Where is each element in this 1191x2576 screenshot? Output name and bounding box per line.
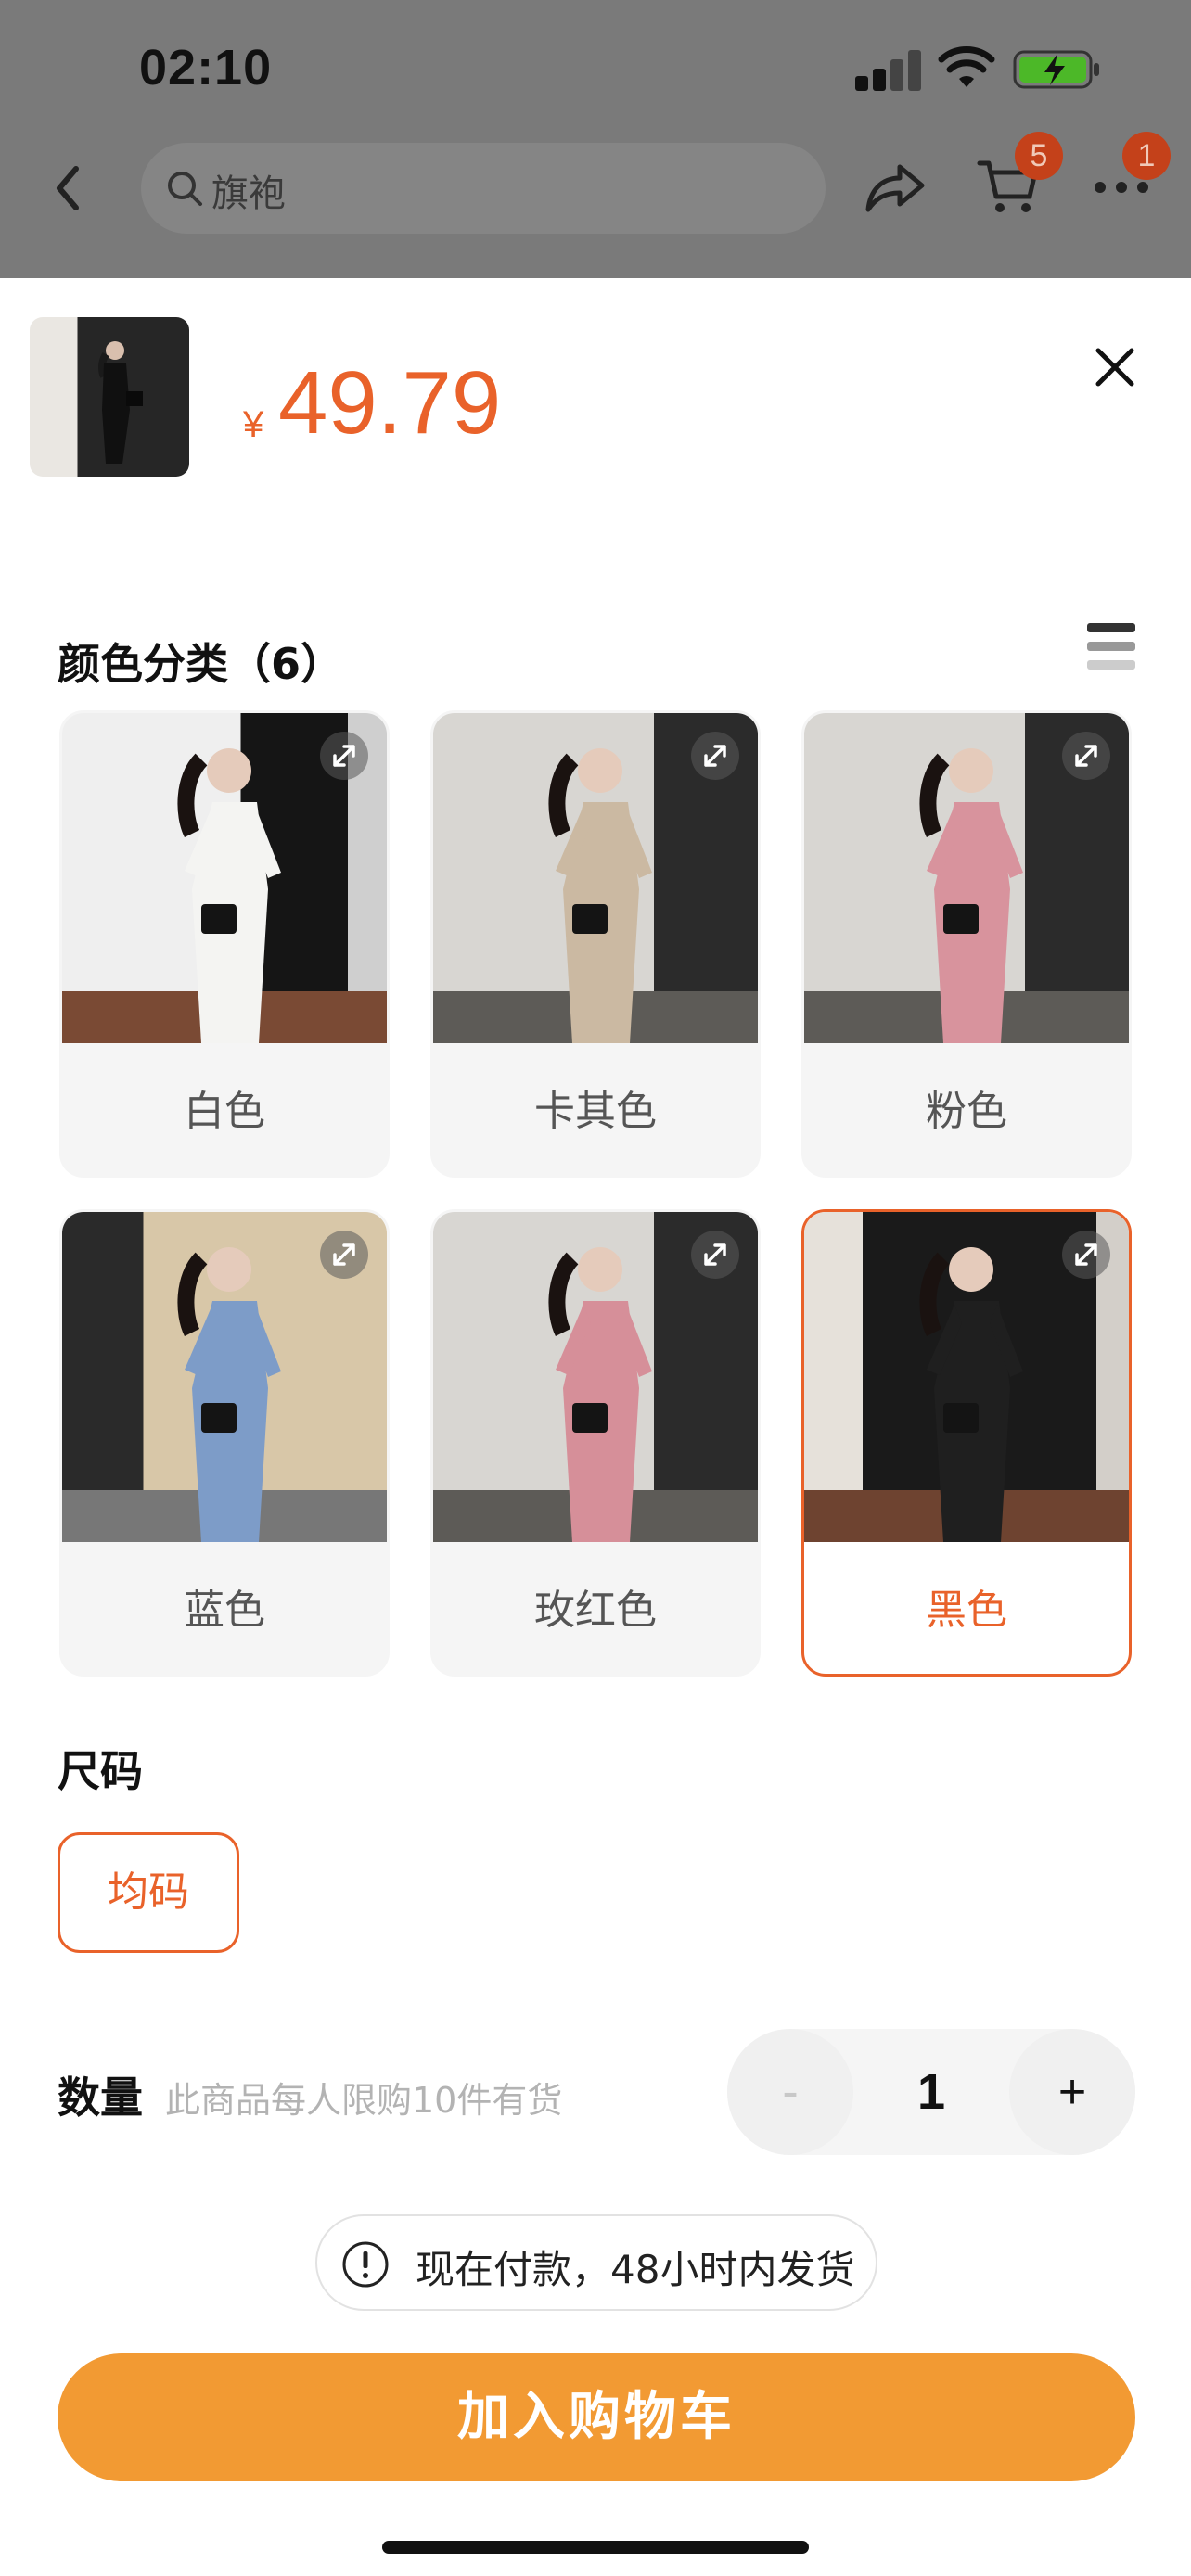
cart-count-badge: 5 <box>1015 132 1063 180</box>
quantity-title: 数量 <box>58 2072 143 2123</box>
color-option-label: 粉色 <box>926 1088 1007 1135</box>
color-option-label: 玫红色 <box>534 1587 657 1634</box>
product-thumbnail[interactable] <box>30 317 189 477</box>
color-option-label: 黑色 <box>926 1587 1007 1634</box>
expand-image-icon[interactable] <box>1062 1231 1110 1279</box>
color-option-blue[interactable]: 蓝色 <box>59 1209 390 1677</box>
cellular-signal-icon <box>855 48 921 91</box>
message-count-badge: 1 <box>1122 132 1171 180</box>
expand-image-icon[interactable] <box>1062 732 1110 780</box>
expand-image-icon[interactable] <box>320 732 368 780</box>
decrease-quantity-button[interactable]: - <box>727 2029 853 2155</box>
sku-selection-sheet: ¥ 49.79 颜色分类（6） 白色 卡其色 粉色 蓝色 玫红色 黑色 尺码 均码 数量 … <box>0 278 1191 2576</box>
shipping-notice: 现在付款，48小时内发货 <box>315 2214 877 2311</box>
search-placeholder: 旗袍 <box>211 172 286 215</box>
close-icon[interactable] <box>1087 339 1143 395</box>
color-option-label: 卡其色 <box>534 1088 657 1135</box>
wifi-icon <box>938 46 995 87</box>
color-option-image <box>62 1212 387 1542</box>
price-value: 49.79 <box>278 353 502 453</box>
expand-image-icon[interactable] <box>691 732 739 780</box>
home-indicator <box>382 2541 809 2554</box>
quantity-value[interactable]: 1 <box>853 2029 1009 2155</box>
exclamation-icon <box>342 2241 389 2288</box>
search-icon <box>168 172 202 206</box>
color-option-image <box>62 713 387 1043</box>
share-icon[interactable] <box>863 156 929 217</box>
shipping-notice-text: 现在付款，48小时内发货 <box>416 2247 855 2292</box>
size-section-title: 尺码 <box>58 1746 143 1796</box>
color-option-image <box>804 713 1129 1043</box>
color-option-pink[interactable]: 粉色 <box>801 710 1132 1178</box>
expand-image-icon[interactable] <box>691 1231 739 1279</box>
color-option-rose-red[interactable]: 玫红色 <box>430 1209 761 1677</box>
color-option-image <box>433 1212 758 1542</box>
color-option-label: 蓝色 <box>184 1587 265 1634</box>
battery-charging-icon <box>1013 50 1099 89</box>
increase-quantity-button[interactable]: + <box>1009 2029 1135 2155</box>
search-input[interactable]: 旗袍 <box>141 143 826 234</box>
expand-image-icon[interactable] <box>320 1231 368 1279</box>
status-time: 02:10 <box>139 40 273 96</box>
color-option-black[interactable]: 黑色 <box>801 1209 1132 1677</box>
color-section-title: 颜色分类（6） <box>58 639 344 689</box>
back-arrow-icon[interactable] <box>45 156 96 221</box>
list-view-toggle-icon[interactable] <box>1087 623 1135 671</box>
color-option-image <box>804 1212 1129 1542</box>
color-option-image <box>433 713 758 1043</box>
purchase-limit-note: 此商品每人限购10件有货 <box>165 2080 563 2121</box>
color-option-label: 白色 <box>184 1088 265 1135</box>
model-figure-image <box>98 341 143 464</box>
add-to-cart-button[interactable]: 加入购物车 <box>58 2353 1135 2481</box>
color-option-white[interactable]: 白色 <box>59 710 390 1178</box>
quantity-stepper: - 1 + <box>727 2029 1135 2155</box>
size-option-one-size[interactable]: 均码 <box>58 1832 239 1953</box>
currency-symbol: ¥ <box>243 404 264 445</box>
color-option-khaki[interactable]: 卡其色 <box>430 710 761 1178</box>
dimmed-header-overlay[interactable]: 02:10 旗袍 5 1 <box>0 0 1191 278</box>
